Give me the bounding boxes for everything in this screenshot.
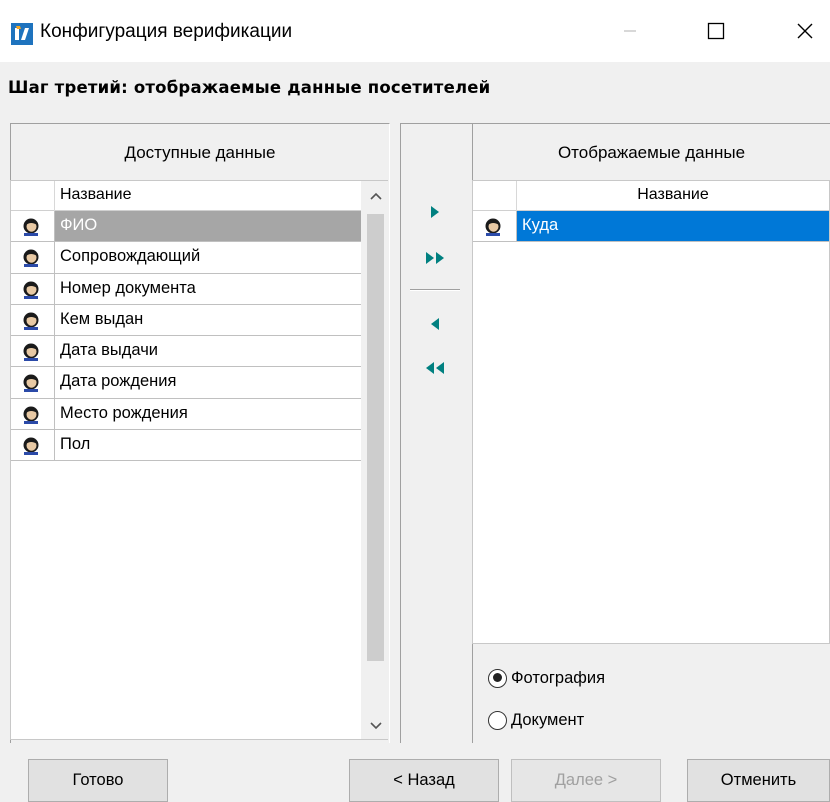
- done-button[interactable]: Готово: [28, 759, 168, 802]
- cancel-button[interactable]: Отменить: [687, 759, 830, 802]
- move-left-icon: [431, 318, 439, 330]
- row-indicator: [11, 273, 55, 304]
- move-right-icon: [431, 206, 439, 218]
- grid-header: Название: [473, 181, 829, 211]
- row-indicator: [11, 430, 55, 461]
- displayed-data-grid[interactable]: Название Куда: [472, 180, 830, 644]
- list-item-label: Сопровождающий: [60, 247, 201, 266]
- back-button[interactable]: < Назад: [349, 759, 499, 802]
- minimize-icon: [624, 30, 636, 32]
- person-icon: [483, 217, 503, 237]
- list-item[interactable]: Место рождения: [11, 398, 361, 431]
- list-item[interactable]: ФИО: [11, 211, 361, 243]
- move-right-button[interactable]: [415, 197, 455, 227]
- column-header-name[interactable]: Название: [517, 186, 829, 204]
- photo-radio[interactable]: Фотография: [488, 657, 605, 699]
- grid-header: Название: [11, 181, 361, 211]
- person-icon: [21, 405, 41, 425]
- move-left-button[interactable]: [415, 309, 455, 339]
- displayed-data-title: Отображаемые данные: [557, 143, 746, 162]
- row-indicator: [11, 211, 55, 242]
- title-bar: Конфигурация верификации: [0, 0, 830, 62]
- selection-highlight: [517, 211, 829, 242]
- document-radio[interactable]: Документ: [488, 699, 605, 741]
- row-indicator: [11, 242, 55, 273]
- move-all-right-button[interactable]: [415, 243, 455, 273]
- person-icon: [21, 373, 41, 393]
- display-mode-radio-group: Фотография Документ: [488, 657, 605, 741]
- list-item-label: Дата рождения: [60, 372, 177, 391]
- radio-circle[interactable]: [488, 668, 507, 688]
- available-data-grid[interactable]: Название ФИО Сопровождающий Номер документ…: [10, 180, 389, 740]
- scroll-down-icon[interactable]: [369, 718, 383, 732]
- scrollbar-thumb[interactable]: [367, 214, 384, 661]
- row-indicator: [11, 367, 55, 398]
- person-icon: [21, 248, 41, 268]
- available-data-title: Доступные данные: [124, 143, 276, 162]
- list-item-label: Дата выдачи: [60, 341, 159, 360]
- list-item[interactable]: Сопровождающий: [11, 242, 361, 274]
- photo-radio-label[interactable]: Фотография: [511, 669, 605, 688]
- row-indicator: [11, 398, 55, 430]
- radio-circle[interactable]: [488, 710, 507, 730]
- next-button[interactable]: Далее >: [511, 759, 661, 802]
- list-item[interactable]: Дата выдачи: [11, 336, 361, 368]
- minimize-button[interactable]: [595, 0, 665, 62]
- app-logo-icon: [11, 23, 33, 45]
- person-icon: [21, 311, 41, 331]
- maximize-button[interactable]: [681, 0, 751, 62]
- list-item[interactable]: Пол: [11, 430, 361, 462]
- available-rows: ФИО Сопровождающий Номер документа Кем выда…: [11, 211, 361, 462]
- list-item-label: Куда: [522, 216, 559, 234]
- column-header-name[interactable]: Название: [60, 186, 132, 204]
- close-button[interactable]: [770, 0, 830, 62]
- list-item-label: Номер документа: [60, 278, 196, 297]
- row-indicator: [473, 211, 517, 242]
- person-icon: [21, 217, 41, 237]
- scroll-up-icon[interactable]: [369, 190, 383, 204]
- window-title: Конфигурация верификации: [40, 21, 293, 42]
- close-icon: [797, 23, 813, 39]
- list-item-label: ФИО: [60, 216, 98, 234]
- move-all-left-button[interactable]: [415, 353, 455, 383]
- list-item[interactable]: Дата рождения: [11, 367, 361, 399]
- list-item-label: Пол: [60, 435, 91, 454]
- person-icon: [21, 436, 41, 456]
- list-item[interactable]: Номер документа: [11, 273, 361, 305]
- list-item[interactable]: Куда: [473, 211, 829, 243]
- radio-dot: [492, 673, 502, 682]
- list-item[interactable]: Кем выдан: [11, 304, 361, 337]
- selection-highlight: [55, 211, 361, 242]
- row-indicator: [11, 336, 55, 367]
- displayed-rows: Куда: [473, 211, 829, 243]
- vertical-scrollbar[interactable]: [361, 181, 389, 739]
- maximize-icon: [707, 22, 725, 40]
- list-item-label: Место рождения: [60, 403, 188, 422]
- document-radio-label[interactable]: Документ: [511, 711, 584, 730]
- person-icon: [21, 342, 41, 362]
- transfer-separator: [410, 289, 460, 291]
- step-title: Шаг третий: отображаемые данные посетите…: [8, 78, 491, 97]
- move-all-left-icon: [426, 362, 444, 374]
- list-item-label: Кем выдан: [60, 309, 144, 328]
- row-indicator: [11, 304, 55, 336]
- person-icon: [21, 280, 41, 300]
- move-all-right-icon: [426, 252, 444, 264]
